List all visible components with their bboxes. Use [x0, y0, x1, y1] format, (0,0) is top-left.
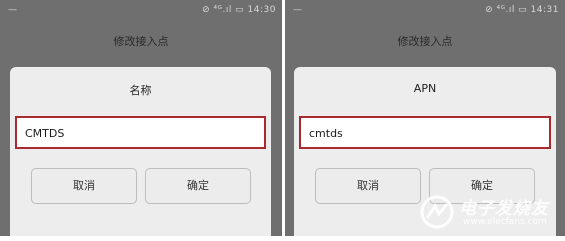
screen-title: 修改接入点 [397, 35, 453, 48]
status-right: ⊘ ⁴ᴳ.ıl ▭ 14:31 [485, 5, 559, 15]
cancel-button[interactable]: 取消 [31, 168, 137, 204]
cancel-button[interactable]: 取消 [315, 168, 421, 204]
dialog-title: 名称 [129, 84, 152, 97]
name-input[interactable]: CMTDS [15, 116, 266, 149]
watermark-name: 电子发烧友 [459, 199, 549, 219]
status-right: ⊘ ⁴ᴳ.ıl ▭ 14:30 [202, 5, 276, 15]
phone-screen-left: — ⊘ ⁴ᴳ.ıl ▭ 14:30 修改接入点 名称 CMTDS 取消 确定 [0, 0, 282, 236]
watermark-url: www.elecfans.com [463, 217, 547, 227]
name-input-value: CMTDS [25, 127, 65, 140]
apn-input-value: cmtds [309, 127, 343, 140]
status-left: — [8, 5, 17, 15]
edit-dialog: 名称 CMTDS 取消 确定 [10, 67, 271, 236]
apn-input[interactable]: cmtds [299, 116, 551, 149]
ok-button[interactable]: 确定 [145, 168, 251, 204]
screen-title: 修改接入点 [113, 35, 169, 48]
dialog-title: APN [413, 82, 437, 95]
status-bar: — ⊘ ⁴ᴳ.ıl ▭ 14:31 [285, 2, 565, 20]
status-bar: — ⊘ ⁴ᴳ.ıl ▭ 14:30 [0, 2, 282, 20]
watermark: 电子发烧友 www.elecfans.com [417, 190, 565, 236]
status-left: — [293, 5, 302, 15]
watermark-logo-icon [420, 195, 454, 229]
